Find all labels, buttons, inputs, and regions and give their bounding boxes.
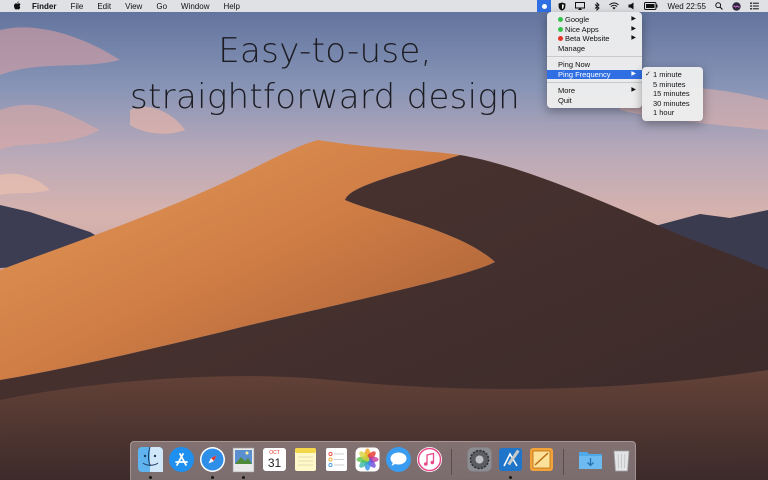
- notification-center-icon[interactable]: [750, 0, 759, 12]
- trash-icon[interactable]: [608, 446, 635, 473]
- finder-icon[interactable]: [137, 446, 164, 473]
- notes-icon[interactable]: [292, 446, 319, 473]
- safari-icon[interactable]: [199, 446, 226, 473]
- more-label: More: [558, 86, 576, 95]
- status-dot-green: [558, 26, 563, 32]
- submenu-arrow-icon: ▶: [631, 87, 636, 93]
- messages-icon[interactable]: [385, 446, 412, 473]
- sketch-app-icon[interactable]: [528, 446, 555, 473]
- xcode-icon[interactable]: [497, 446, 524, 473]
- menu-go[interactable]: Go: [156, 2, 167, 11]
- site-label: Beta Website: [565, 34, 610, 43]
- status-area: Wed 22:55: [537, 0, 768, 12]
- menu-separator: [547, 56, 642, 57]
- apple-icon[interactable]: [10, 1, 24, 12]
- running-indicator: [242, 476, 245, 479]
- dock-separator: [563, 449, 564, 475]
- menu-item-manage[interactable]: Manage: [547, 44, 642, 54]
- frequency-option-1-hour[interactable]: 1 hour: [642, 108, 703, 118]
- downloads-folder-icon[interactable]: [577, 446, 604, 473]
- volume-icon[interactable]: [628, 0, 635, 12]
- system-preferences-icon[interactable]: [466, 446, 493, 473]
- running-indicator: [211, 476, 214, 479]
- frequency-option-15-minutes[interactable]: 15 minutes: [642, 89, 703, 99]
- dock-separator: [451, 449, 452, 475]
- clock[interactable]: Wed 22:55: [667, 0, 706, 12]
- siri-icon[interactable]: [732, 0, 741, 12]
- ping-status-menu: Google ▶ Nice Apps ▶ Beta Website ▶ Mana…: [547, 12, 642, 108]
- frequency-option-30-minutes[interactable]: 30 minutes: [642, 99, 703, 109]
- submenu-arrow-icon: ▶: [631, 25, 636, 32]
- bluetooth-icon[interactable]: [594, 0, 601, 12]
- menu-item-site-nice-apps[interactable]: Nice Apps ▶: [547, 25, 642, 35]
- frequency-option-1-minute[interactable]: ✓ 1 minute: [642, 70, 703, 80]
- running-indicator: [509, 476, 512, 479]
- menu-item-ping-now[interactable]: Ping Now: [547, 60, 642, 70]
- dock: OCT 31: [130, 441, 636, 480]
- photos-icon[interactable]: [354, 446, 381, 473]
- menu-item-quit[interactable]: Quit: [547, 96, 642, 106]
- running-indicator: [149, 476, 152, 479]
- submenu-arrow-icon: ▶: [631, 35, 636, 41]
- calendar-icon[interactable]: OCT 31: [261, 446, 288, 473]
- checkmark-icon: ✓: [645, 71, 651, 78]
- menu-item-site-google[interactable]: Google ▶: [547, 15, 642, 25]
- menu-edit[interactable]: Edit: [97, 2, 111, 11]
- ping-frequency-submenu: ✓ 1 minute 5 minutes 15 minutes 30 minut…: [642, 67, 703, 121]
- menu-finder[interactable]: Finder: [32, 2, 56, 11]
- menu-help[interactable]: Help: [223, 2, 239, 11]
- site-label: Nice Apps: [565, 24, 599, 34]
- wifi-icon[interactable]: [609, 0, 620, 12]
- spotlight-search-icon[interactable]: [715, 0, 723, 12]
- menu-item-site-beta-website[interactable]: Beta Website ▶: [547, 34, 642, 44]
- airplay-icon[interactable]: [575, 0, 586, 12]
- calendar-day: 31: [268, 456, 282, 470]
- itunes-icon[interactable]: [416, 446, 443, 473]
- menu-item-ping-frequency[interactable]: Ping Frequency ▶: [547, 69, 642, 79]
- frequency-option-5-minutes[interactable]: 5 minutes: [642, 80, 703, 90]
- menu-separator: [547, 82, 642, 83]
- frequency-label: 1 minute: [653, 70, 682, 79]
- submenu-arrow-icon: ▶: [631, 70, 636, 77]
- preview-icon[interactable]: [230, 446, 257, 473]
- ping-status-icon[interactable]: [537, 0, 552, 12]
- menu-file[interactable]: File: [70, 2, 83, 11]
- app-store-icon[interactable]: [168, 446, 195, 473]
- battery-icon[interactable]: [644, 0, 658, 12]
- menu-view[interactable]: View: [125, 2, 142, 11]
- submenu-arrow-icon: ▶: [631, 16, 636, 22]
- menu-bar: Finder File Edit View Go Window Help Wed…: [0, 0, 768, 12]
- menu-item-more[interactable]: More ▶: [547, 86, 642, 96]
- shield-icon[interactable]: [558, 0, 566, 12]
- menu-window[interactable]: Window: [181, 2, 209, 11]
- ping-frequency-label: Ping Frequency: [558, 69, 611, 79]
- reminders-icon[interactable]: [323, 446, 350, 473]
